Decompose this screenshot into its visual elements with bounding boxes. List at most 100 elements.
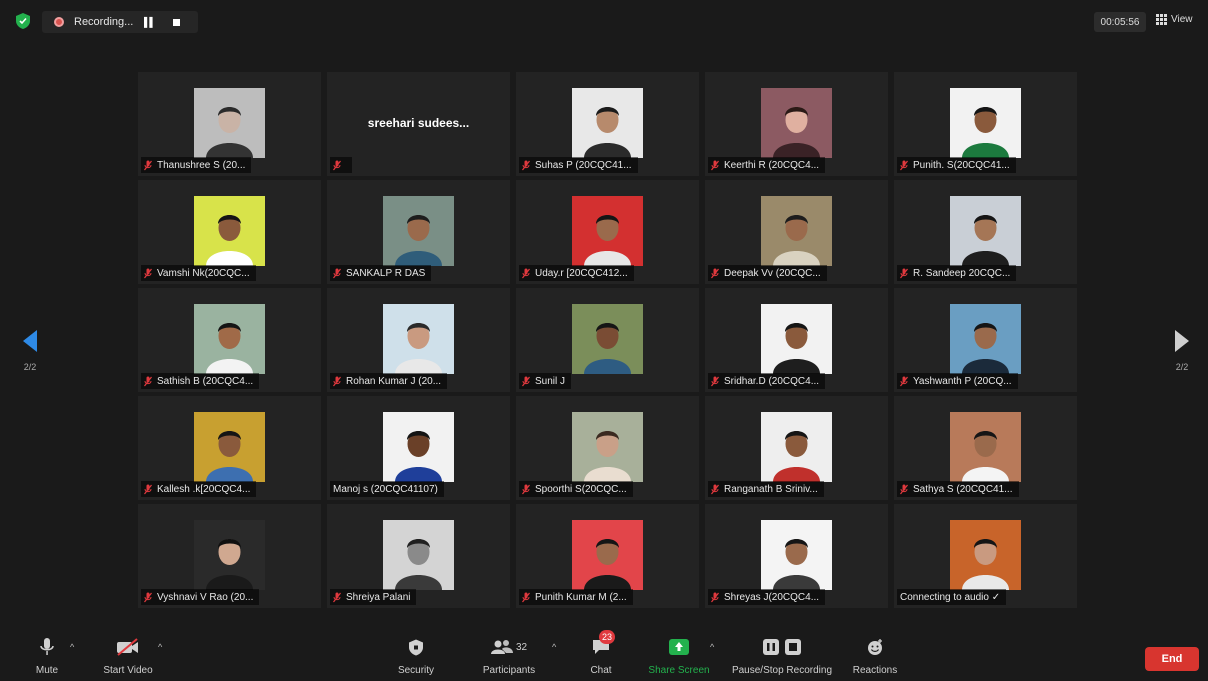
participant-tile[interactable]: Connecting to audio ✓ — [894, 504, 1077, 608]
muted-microphone-icon — [900, 484, 908, 495]
participant-tile[interactable]: Sathya S (20CQC41... — [894, 396, 1077, 500]
participant-tile[interactable]: Spoorthi S(20CQC... — [516, 396, 699, 500]
participant-tile[interactable]: Vyshnavi V Rao (20... — [138, 504, 321, 608]
view-button[interactable]: View — [1156, 14, 1193, 25]
muted-microphone-icon — [333, 376, 341, 387]
muted-microphone-icon — [522, 268, 530, 279]
participant-avatar — [950, 412, 1021, 482]
muted-microphone-icon — [522, 376, 530, 387]
participant-tile[interactable]: R. Sandeep 20CQC... — [894, 180, 1077, 284]
participant-name-label: Punith Kumar M (2... — [519, 589, 633, 605]
participant-tile[interactable]: Sridhar.D (20CQC4... — [705, 288, 888, 392]
participant-name: Suhas P (20CQC41... — [535, 159, 632, 171]
muted-microphone-icon — [144, 484, 152, 495]
participant-tile[interactable]: Uday.r [20CQC412... — [516, 180, 699, 284]
participant-name-label: Suhas P (20CQC41... — [519, 157, 638, 173]
participant-tile[interactable]: Rohan Kumar J (20... — [327, 288, 510, 392]
participant-tile[interactable]: Punith Kumar M (2... — [516, 504, 699, 608]
participant-name: Manoj s (20CQC41107) — [333, 483, 438, 495]
participant-name: Punith Kumar M (2... — [535, 591, 627, 603]
mute-label: Mute — [35, 665, 59, 676]
participant-tile[interactable]: Shreyas J(20CQC4... — [705, 504, 888, 608]
participant-avatar — [194, 520, 265, 590]
participant-tile[interactable]: Punith. S(20CQC41... — [894, 72, 1077, 176]
participant-name-label: Uday.r [20CQC412... — [519, 265, 634, 281]
participant-avatar — [761, 88, 832, 158]
start-video-button[interactable]: Start Video — [98, 636, 158, 676]
participant-name-label: Yashwanth P (20CQ... — [897, 373, 1018, 389]
chat-unread-badge: 23 — [599, 630, 615, 644]
chat-button[interactable]: 23 Chat — [585, 630, 617, 676]
muted-microphone-icon — [144, 160, 152, 171]
participants-icon — [490, 640, 513, 654]
participant-avatar — [194, 196, 265, 266]
participant-name: Kallesh .k[20CQC4... — [157, 483, 251, 495]
participant-avatar — [572, 304, 643, 374]
muted-microphone-icon — [144, 592, 152, 603]
muted-microphone-icon — [144, 376, 152, 387]
participant-avatar — [761, 412, 832, 482]
participant-tile[interactable]: Sunil J — [516, 288, 699, 392]
participant-tile[interactable]: Shreiya Palani — [327, 504, 510, 608]
security-shield-icon[interactable] — [16, 13, 30, 29]
participant-name: Sridhar.D (20CQC4... — [724, 375, 820, 387]
participant-name: Shreyas J(20CQC4... — [724, 591, 820, 603]
end-meeting-button[interactable]: End — [1145, 647, 1199, 671]
video-options-chevron-icon[interactable]: ^ — [158, 642, 162, 652]
participant-avatar — [950, 88, 1021, 158]
participant-tile[interactable]: Sathish B (20CQC4... — [138, 288, 321, 392]
page-indicator-left: 2/2 — [23, 362, 37, 372]
participant-name-label: Rohan Kumar J (20... — [330, 373, 448, 389]
pause-recording-icon[interactable]: ▌▌ — [144, 17, 156, 27]
previous-page-button[interactable]: 2/2 — [18, 330, 42, 372]
participant-tile[interactable]: Vamshi Nk(20CQC... — [138, 180, 321, 284]
meeting-timer: 00:05:56 — [1094, 12, 1146, 32]
recording-indicator: Recording... ▌▌ — [42, 11, 198, 33]
participant-name: SANKALP R DAS — [346, 267, 426, 279]
participant-tile[interactable]: Deepak Vv (20CQC... — [705, 180, 888, 284]
participant-name: Uday.r [20CQC412... — [535, 267, 628, 279]
participant-name: Vamshi Nk(20CQC... — [157, 267, 250, 279]
participant-tile[interactable]: Keerthi R (20CQC4... — [705, 72, 888, 176]
audio-options-chevron-icon[interactable]: ^ — [70, 642, 74, 652]
stop-recording-icon[interactable] — [172, 18, 180, 26]
arrow-left-icon — [23, 330, 37, 352]
participant-avatar — [761, 304, 832, 374]
muted-microphone-icon — [711, 160, 719, 171]
share-options-chevron-icon[interactable]: ^ — [710, 642, 714, 652]
participant-name: Shreiya Palani — [346, 591, 411, 603]
participant-name-label: Kallesh .k[20CQC4... — [141, 481, 257, 497]
shield-icon — [409, 639, 423, 655]
view-label: View — [1171, 14, 1193, 25]
muted-microphone-icon — [333, 592, 341, 603]
participant-tile[interactable]: sreehari sudees... — [327, 72, 510, 176]
participant-tile[interactable]: Yashwanth P (20CQ... — [894, 288, 1077, 392]
participant-avatar — [194, 412, 265, 482]
participant-tile[interactable]: Suhas P (20CQC41... — [516, 72, 699, 176]
muted-microphone-icon — [522, 484, 530, 495]
microphone-icon — [40, 638, 54, 655]
reactions-button[interactable]: Reactions — [850, 636, 900, 676]
participant-avatar — [572, 88, 643, 158]
reactions-label: Reactions — [852, 665, 898, 676]
grid-view-icon — [1156, 14, 1167, 25]
participants-button[interactable]: 32 Participants — [478, 636, 540, 676]
participants-chevron-icon[interactable]: ^ — [552, 642, 556, 652]
participant-tile[interactable]: Kallesh .k[20CQC4... — [138, 396, 321, 500]
participant-name: Ranganath B Sriniv... — [724, 483, 818, 495]
participant-tile[interactable]: Manoj s (20CQC41107) — [327, 396, 510, 500]
next-page-button[interactable]: 2/2 — [1170, 330, 1194, 372]
mute-button[interactable]: Mute — [32, 636, 62, 676]
stop-recording-icon — [785, 639, 801, 655]
pause-stop-recording-button[interactable]: Pause/Stop Recording — [726, 636, 838, 676]
participant-avatar — [761, 196, 832, 266]
participant-name: R. Sandeep 20CQC... — [913, 267, 1011, 279]
participant-tile[interactable]: Thanushree S (20... — [138, 72, 321, 176]
muted-microphone-icon — [711, 268, 719, 279]
security-button[interactable]: Security — [396, 636, 436, 676]
participant-tile[interactable]: Ranganath B Sriniv... — [705, 396, 888, 500]
share-screen-button[interactable]: Share Screen — [644, 636, 714, 676]
participants-label: Participants — [482, 665, 536, 676]
participant-tile[interactable]: SANKALP R DAS — [327, 180, 510, 284]
share-screen-label: Share Screen — [648, 665, 710, 676]
